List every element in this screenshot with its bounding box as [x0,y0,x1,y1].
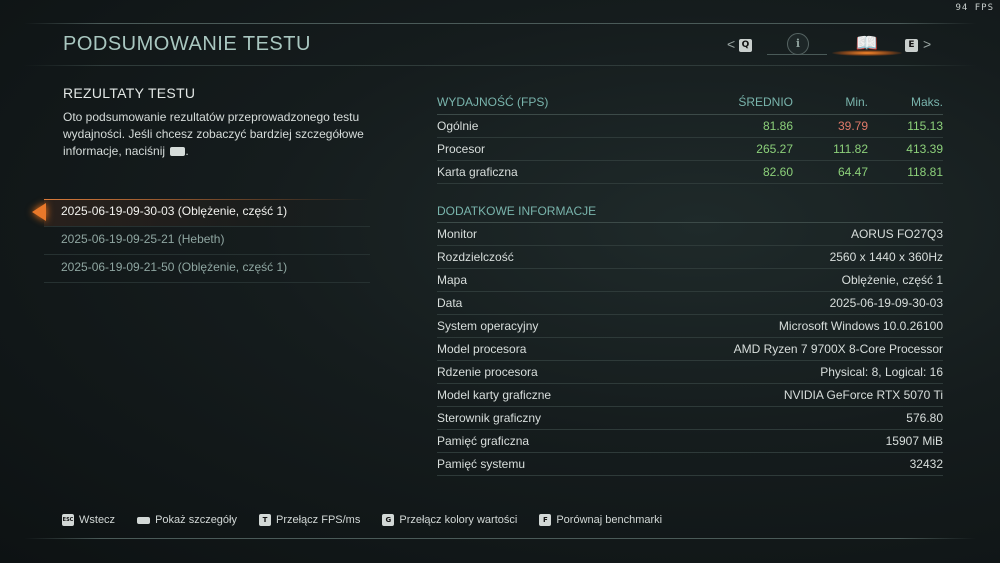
f-key: F [539,514,552,526]
info-row: Sterownik graficzny 576.80 [437,407,943,430]
avg-value: 81.86 [762,119,793,133]
page-title: PODSUMOWANIE TESTU [63,33,311,55]
info-label: Pamięć graficzna [437,434,530,448]
info-label: Pamięć systemu [437,457,526,471]
min-value: 39.79 [837,119,868,133]
info-value: 15907 MiB [885,434,943,448]
info-row: System operacyjny Microsoft Windows 10.0.… [437,315,943,338]
run-item[interactable]: 2025-06-19-09-25-21 (Hebeth) [44,227,370,255]
row-label: Procesor [437,142,486,156]
info-label: Model procesora [437,342,527,356]
compare-hint[interactable]: F Porównaj benchmarki [539,514,662,526]
details-key-icon [137,516,151,524]
info-value: Oblężenie, część 1 [841,273,943,287]
info-row: Rdzenie procesora Physical: 8, Logical: 1… [437,361,943,384]
book-icon[interactable]: 📖 [847,32,887,54]
info-row: Monitor AORUS FO27Q3 [437,223,943,246]
details-label: Pokaż szczegóły [155,514,237,526]
min-value: 111.82 [833,142,868,156]
performance-header: WYDAJNOŚĆ (FPS) ŚREDNIO Min. Maks. [437,91,943,115]
info-row: Model karty graficzne NVIDIA GeForce RTX … [437,384,943,407]
info-label: System operacyjny [437,319,539,333]
compass-icon[interactable]: i [787,33,809,55]
next-tab-key[interactable]: E [905,39,918,52]
toggle-colors-hint[interactable]: G Przełącz kolory wartości [382,514,517,526]
max-column-header: Maks. [910,95,943,109]
row-label: Karta graficzna [437,165,518,179]
back-hint[interactable]: ESC Wstecz [62,514,115,526]
row-label: Ogólnie [437,119,479,133]
info-value: Microsoft Windows 10.0.26100 [778,319,943,333]
max-value: 118.81 [907,165,943,179]
min-column-header: Min. [845,95,868,109]
avg-value: 82.60 [762,165,793,179]
results-description: Oto podsumowanie rezultatów przeprowadzo… [63,109,368,160]
g-key: G [382,514,395,526]
compare-label: Porównaj benchmarki [556,514,663,526]
run-item[interactable]: 2025-06-19-09-30-03 (Oblężenie, część 1) [44,199,370,227]
fps-counter: 94 FPS [955,3,994,13]
info-row: Rozdzielczość 2560 x 1440 x 360Hz [437,246,943,269]
details-hint[interactable]: Pokaż szczegóły [137,514,237,526]
info-value: 576.80 [906,411,943,425]
toggle-fps-hint[interactable]: T Przełącz FPS/ms [259,514,360,526]
description-text: Oto podsumowanie rezultatów przeprowadzo… [63,110,364,158]
avg-value: 265.27 [756,142,793,156]
frame-top-line [24,23,976,24]
t-key: T [259,514,271,526]
max-value: 413.39 [906,142,943,156]
info-label: Mapa [437,273,468,287]
info-value: 2560 x 1440 x 360Hz [829,250,943,264]
tab-bar: < Q i 📖 E > [727,30,967,60]
info-row: Pamięć systemu 32432 [437,453,943,476]
min-value: 64.47 [837,165,868,179]
run-list: 2025-06-19-09-30-03 (Oblężenie, część 1)… [44,199,370,283]
details-key-icon [170,147,186,157]
results-title: REZULTATY TESTU [63,85,196,101]
info-value: 2025-06-19-09-30-03 [829,296,943,310]
run-item[interactable]: 2025-06-19-09-21-50 (Oblężenie, część 1) [44,255,370,283]
info-value: 32432 [909,457,943,471]
esc-key: ESC [62,514,74,526]
performance-title: WYDAJNOŚĆ (FPS) [437,95,549,109]
max-value: 115.13 [907,119,943,133]
frame-header-divider [24,65,976,66]
info-row: Model procesora AMD Ryzen 7 9700X 8-Core … [437,338,943,361]
info-label: Data [437,296,463,310]
info-label: Rdzenie procesora [437,365,538,379]
description-end: . [185,144,189,158]
prev-tab-key[interactable]: Q [739,39,752,52]
info-row: Pamięć graficzna 15907 MiB [437,430,943,453]
back-label: Wstecz [79,514,116,526]
info-label: Sterownik graficzny [437,411,542,425]
info-value: Physical: 8, Logical: 16 [820,365,943,379]
info-value: NVIDIA GeForce RTX 5070 Ti [783,388,943,402]
info-label: Rozdzielczość [437,250,514,264]
results-panel: WYDAJNOŚĆ (FPS) ŚREDNIO Min. Maks. Ogóln… [437,91,943,476]
performance-row: Karta graficzna 82.60 64.47 118.81 [437,161,943,184]
info-title: DODATKOWE INFORMACJE [437,200,943,223]
footer-hints: ESC Wstecz Pokaż szczegóły T Przełącz FP… [62,514,684,526]
toggle-fps-label: Przełącz FPS/ms [276,514,361,526]
info-row: Mapa Oblężenie, część 1 [437,269,943,292]
avg-column-header: ŚREDNIO [738,95,793,109]
info-label: Monitor [437,227,478,241]
chevron-right-icon: > [923,36,932,52]
chevron-left-icon: < [727,36,736,52]
info-row: Data 2025-06-19-09-30-03 [437,292,943,315]
frame-bottom-line [24,538,976,539]
info-value: AMD Ryzen 7 9700X 8-Core Processor [733,342,943,356]
info-value: AORUS FO27Q3 [850,227,943,241]
performance-row: Procesor 265.27 111.82 413.39 [437,138,943,161]
info-label: Model karty graficzne [437,388,552,402]
toggle-colors-label: Przełącz kolory wartości [399,514,518,526]
performance-row: Ogólnie 81.86 39.79 115.13 [437,115,943,138]
